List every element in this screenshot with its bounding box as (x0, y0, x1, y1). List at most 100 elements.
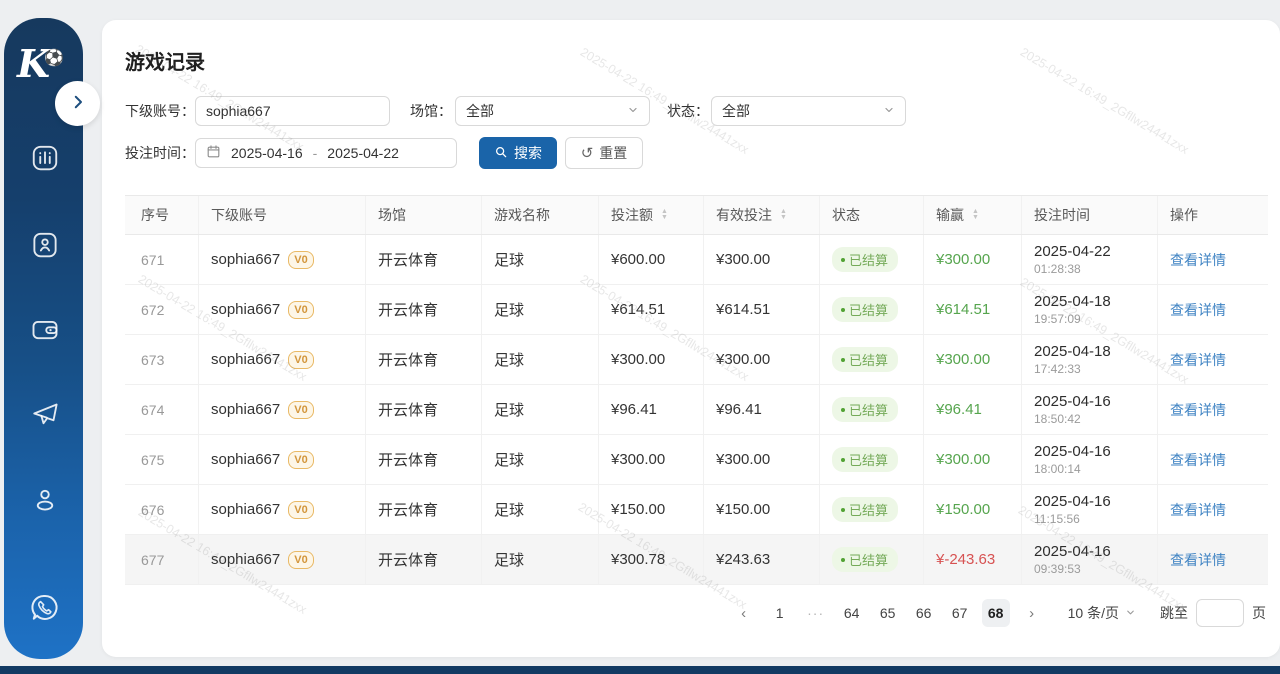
pagination-page-67[interactable]: 67 (946, 599, 974, 627)
row-game: 足球 (482, 235, 599, 284)
venue-select-value: 全部 (466, 101, 494, 121)
row-time-cell: 2025-04-1611:15:56 (1022, 485, 1158, 534)
reset-button-label: 重置 (599, 143, 627, 163)
sidebar-item-account[interactable] (24, 225, 66, 267)
row-number: 674 (125, 385, 199, 434)
pagination-page-64[interactable]: 64 (838, 599, 866, 627)
sidebar-item-support[interactable] (24, 588, 66, 630)
win-amount: ¥-243.63 (936, 551, 995, 568)
sidebar-expand-button[interactable] (55, 81, 100, 126)
pagination-page-1[interactable]: 1 (766, 599, 794, 627)
table-row: 677 sophia667 V0 开云体育 足球 ¥300.78 ¥243.63… (125, 535, 1268, 585)
sort-icon[interactable]: ▲▼ (972, 209, 979, 221)
column-label: 有效投注 (716, 205, 772, 225)
sidebar-item-stats[interactable] (24, 138, 66, 180)
table-row: 675 sophia667 V0 开云体育 足球 ¥300.00 ¥300.00… (125, 435, 1268, 485)
page-size-value: 10 条/页 (1068, 603, 1119, 623)
chevron-right-icon (69, 93, 87, 114)
pagination-next-button[interactable]: › (1018, 599, 1046, 627)
row-venue: 开云体育 (366, 285, 482, 334)
page-title: 游戏记录 (125, 46, 205, 75)
jump-input[interactable] (1196, 599, 1244, 627)
view-details-link[interactable]: 查看详情 (1170, 500, 1226, 520)
row-valid-bet: ¥614.51 (704, 285, 820, 334)
row-account-cell: sophia667 V0 (199, 435, 366, 484)
row-account-cell: sophia667 V0 (199, 485, 366, 534)
row-bet-amount: ¥300.78 (599, 535, 704, 584)
status-badge: 已结算 (832, 397, 898, 422)
pagination-pages: 1···6465666768 (766, 599, 1010, 627)
level-badge: V0 (288, 551, 313, 569)
column-header: 输赢▲▼ (924, 196, 1022, 234)
row-number: 676 (125, 485, 199, 534)
table-header-row: 序号下级账号场馆游戏名称投注额▲▼有效投注▲▼状态输赢▲▼投注时间操作 (125, 195, 1268, 235)
calendar-icon (206, 144, 221, 162)
date-range-picker[interactable]: 2025-04-16 - 2025-04-22 (195, 138, 457, 168)
column-label: 下级账号 (211, 205, 267, 225)
pagination-page-66[interactable]: 66 (910, 599, 938, 627)
win-amount: ¥300.00 (936, 451, 990, 468)
level-badge: V0 (288, 451, 313, 469)
row-game: 足球 (482, 435, 599, 484)
row-bet-amount: ¥96.41 (599, 385, 704, 434)
row-game: 足球 (482, 485, 599, 534)
sidebar-item-profile[interactable] (24, 480, 66, 522)
bet-time: 18:50:42 (1034, 412, 1111, 426)
status-select[interactable]: 全部 (711, 96, 906, 126)
row-venue: 开云体育 (366, 485, 482, 534)
bet-date: 2025-04-18 (1034, 293, 1111, 310)
win-amount: ¥614.51 (936, 301, 990, 318)
row-action-cell: 查看详情 (1158, 235, 1268, 284)
column-label: 序号 (141, 205, 169, 225)
view-details-link[interactable]: 查看详情 (1170, 400, 1226, 420)
view-details-link[interactable]: 查看详情 (1170, 550, 1226, 570)
row-action-cell: 查看详情 (1158, 485, 1268, 534)
column-label: 状态 (832, 205, 860, 225)
level-badge: V0 (288, 351, 313, 369)
account-name: sophia667 (211, 551, 280, 568)
sort-icon[interactable]: ▲▼ (661, 209, 668, 221)
column-header: 操作 (1158, 196, 1268, 234)
page-jump: 跳至 页 (1160, 599, 1266, 627)
soccer-ball-icon: ⚽ (44, 48, 64, 67)
row-win-cell: ¥150.00 (924, 485, 1022, 534)
records-table: 序号下级账号场馆游戏名称投注额▲▼有效投注▲▼状态输赢▲▼投注时间操作 671 … (125, 195, 1268, 585)
paper-plane-icon (30, 400, 60, 433)
row-venue: 开云体育 (366, 235, 482, 284)
status-dot-icon (841, 408, 845, 412)
view-details-link[interactable]: 查看详情 (1170, 350, 1226, 370)
account-input[interactable] (195, 96, 390, 126)
pagination: ‹ 1···6465666768 › 10 条/页 跳至 页 (730, 597, 1266, 629)
sidebar-item-wallet[interactable] (24, 310, 66, 352)
win-amount: ¥150.00 (936, 501, 990, 518)
row-action-cell: 查看详情 (1158, 285, 1268, 334)
view-details-link[interactable]: 查看详情 (1170, 450, 1226, 470)
bet-time: 11:15:56 (1034, 512, 1111, 526)
account-name: sophia667 (211, 501, 280, 518)
row-bet-amount: ¥150.00 (599, 485, 704, 534)
search-button[interactable]: 搜索 (479, 137, 557, 169)
view-details-link[interactable]: 查看详情 (1170, 250, 1226, 270)
level-badge: V0 (288, 251, 313, 269)
view-details-link[interactable]: 查看详情 (1170, 300, 1226, 320)
page-size-select[interactable]: 10 条/页 (1068, 603, 1136, 623)
status-text: 已结算 (849, 450, 888, 469)
venue-select[interactable]: 全部 (455, 96, 650, 126)
row-number: 671 (125, 235, 199, 284)
wallet-icon (30, 315, 60, 348)
sidebar-item-messages[interactable] (24, 395, 66, 437)
status-dot-icon (841, 558, 845, 562)
row-account-cell: sophia667 V0 (199, 335, 366, 384)
pagination-page-68[interactable]: 68 (982, 599, 1010, 627)
pagination-page-65[interactable]: 65 (874, 599, 902, 627)
reset-button[interactable]: ↺ 重置 (565, 137, 643, 169)
row-action-cell: 查看详情 (1158, 385, 1268, 434)
row-win-cell: ¥-243.63 (924, 535, 1022, 584)
status-badge: 已结算 (832, 447, 898, 472)
sort-icon[interactable]: ▲▼ (780, 209, 787, 221)
pagination-prev-button[interactable]: ‹ (730, 599, 758, 627)
bet-time: 19:57:09 (1034, 312, 1111, 326)
bet-date: 2025-04-18 (1034, 343, 1111, 360)
jump-label: 跳至 (1160, 603, 1188, 623)
win-amount: ¥300.00 (936, 351, 990, 368)
